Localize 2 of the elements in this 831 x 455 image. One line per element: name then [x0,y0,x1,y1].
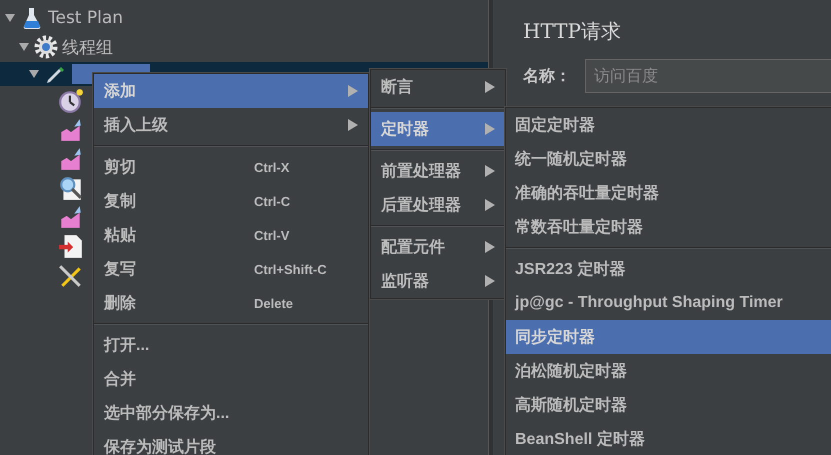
panel-title: HTTP请求 [523,18,622,45]
name-label: 名称： [523,66,571,86]
